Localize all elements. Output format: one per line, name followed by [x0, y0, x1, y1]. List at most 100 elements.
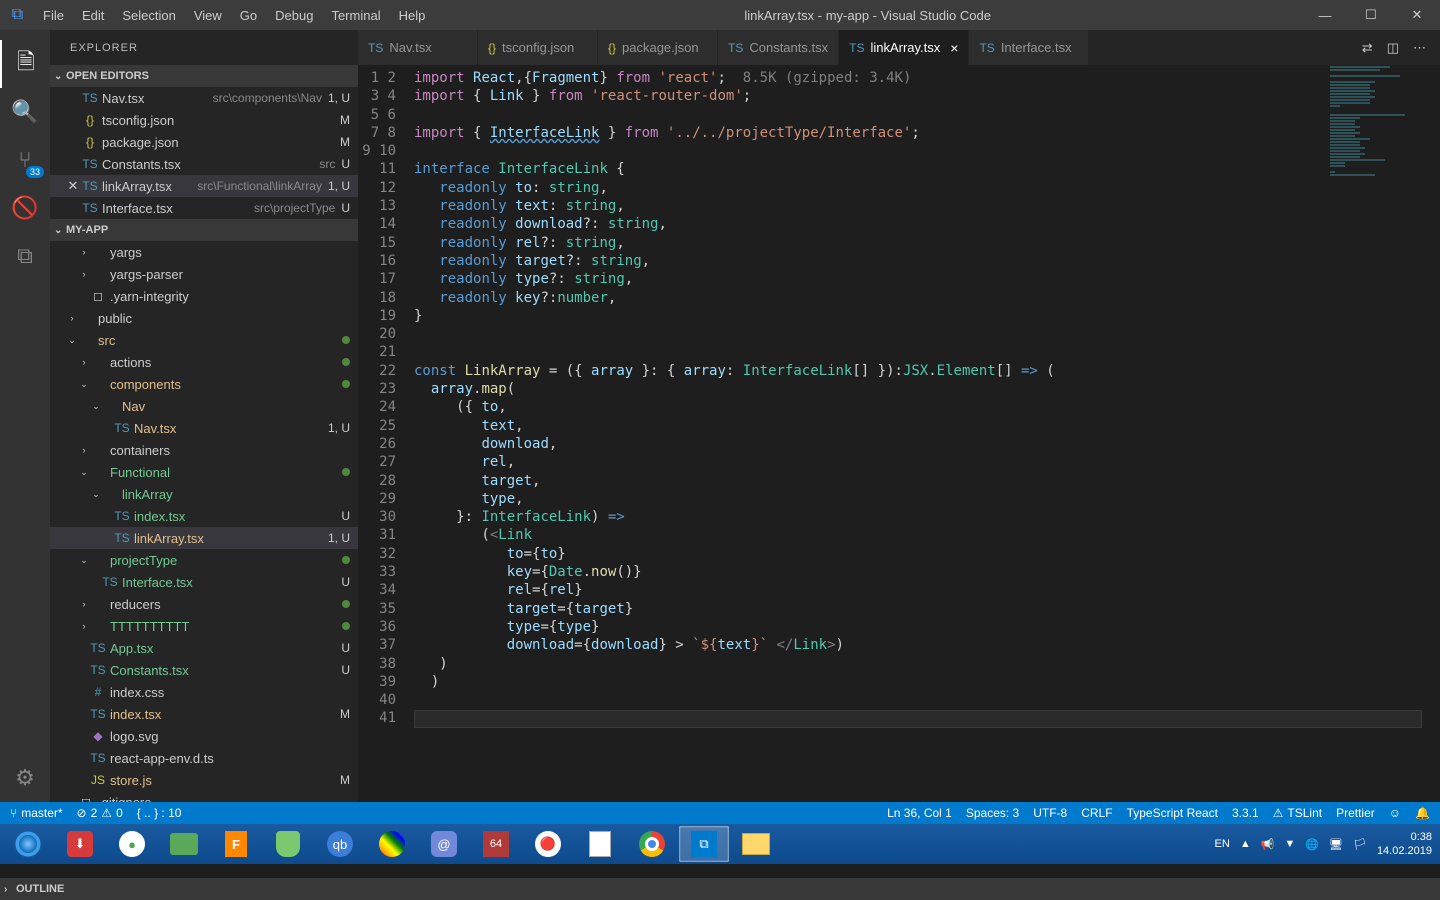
minimize-button[interactable]: — [1302, 0, 1348, 30]
tree-item[interactable]: TS index.tsxM [50, 703, 358, 725]
feedback-icon[interactable]: ☺ [1389, 806, 1401, 820]
taskbar-app-2[interactable]: ● [107, 826, 157, 862]
tree-item[interactable]: TS App.tsxU [50, 637, 358, 659]
menu-edit[interactable]: Edit [74, 2, 112, 29]
ts-version[interactable]: 3.3.1 [1232, 806, 1259, 820]
open-editor-item[interactable]: {} package.json M [50, 131, 358, 153]
encoding[interactable]: UTF-8 [1033, 806, 1067, 820]
close-icon[interactable]: ✕ [66, 178, 80, 194]
taskbar-app-10[interactable] [575, 826, 625, 862]
outline-header[interactable]: › OUTLINE [0, 878, 1440, 900]
tray-clock[interactable]: 0:38 14.02.2019 [1377, 830, 1432, 858]
editor-tab[interactable]: {} tsconfig.json [478, 30, 598, 65]
menu-file[interactable]: File [35, 2, 72, 29]
tray-icon[interactable]: 📢 [1261, 838, 1275, 851]
tree-item[interactable]: › yargs-parser [50, 263, 358, 285]
editor-body[interactable]: 1 2 3 4 5 6 7 8 9 10 11 12 13 14 15 16 1… [358, 65, 1440, 802]
tree-item[interactable]: ⌄ linkArray [50, 483, 358, 505]
editor-tab[interactable]: TS Constants.tsx [718, 30, 839, 65]
editor-tab[interactable]: {} package.json [598, 30, 718, 65]
tree-item[interactable]: ◻ .gitignore [50, 791, 358, 802]
tree-item[interactable]: › public [50, 307, 358, 329]
tslint-status[interactable]: ⚠ TSLint [1273, 806, 1322, 820]
minimap[interactable] [1326, 65, 1426, 385]
menu-selection[interactable]: Selection [114, 2, 183, 29]
extensions-icon[interactable]: ⧉ [0, 232, 50, 280]
tree-item[interactable]: › reducers [50, 593, 358, 615]
tree-item[interactable]: ⌄ Nav [50, 395, 358, 417]
tray-icon[interactable]: ▲ [1240, 838, 1251, 850]
menu-go[interactable]: Go [232, 2, 265, 29]
taskbar-app-4[interactable]: F [211, 826, 261, 862]
tree-item[interactable]: ◆ logo.svg [50, 725, 358, 747]
editor-tab[interactable]: TS Nav.tsx [358, 30, 478, 65]
tree-item[interactable]: TS react-app-env.d.ts [50, 747, 358, 769]
split-editor-icon[interactable]: ◫ [1387, 40, 1399, 56]
tree-item[interactable]: TS Constants.tsxU [50, 659, 358, 681]
tray-icon[interactable]: 🌐 [1305, 838, 1319, 851]
bracket-indicator[interactable]: { .. } : 10 [137, 806, 182, 820]
open-editor-item[interactable]: TS Nav.tsx src\components\Nav 1, U [50, 87, 358, 109]
tree-item[interactable]: TS linkArray.tsx1, U [50, 527, 358, 549]
tree-item[interactable]: TS Interface.tsxU [50, 571, 358, 593]
menu-help[interactable]: Help [391, 2, 434, 29]
problems[interactable]: ⊘ 2 ⚠ 0 [77, 806, 123, 820]
tray-lang[interactable]: EN [1215, 838, 1230, 850]
settings-gear-icon[interactable]: ⚙ [0, 754, 50, 802]
debug-icon[interactable]: 🚫 [0, 184, 50, 232]
menu-debug[interactable]: Debug [267, 2, 321, 29]
editor-tab[interactable]: TS linkArray.tsx × [839, 30, 969, 65]
start-button[interactable] [3, 826, 53, 862]
open-editor-item[interactable]: ✕ TS linkArray.tsx src\Functional\linkAr… [50, 175, 358, 197]
taskbar-app-7[interactable] [367, 826, 417, 862]
tree-item[interactable]: › TTTTTTTTTT [50, 615, 358, 637]
tree-item[interactable]: # index.css [50, 681, 358, 703]
taskbar-app-9[interactable]: 🔴 [523, 826, 573, 862]
tree-item[interactable]: › containers [50, 439, 358, 461]
taskbar-app-6[interactable]: qb [315, 826, 365, 862]
taskbar-app-3[interactable] [159, 826, 209, 862]
more-icon[interactable]: ⋯ [1413, 40, 1426, 56]
open-editor-item[interactable]: TS Interface.tsx src\projectType U [50, 197, 358, 219]
menu-view[interactable]: View [186, 2, 230, 29]
tree-item[interactable]: ⌄ src [50, 329, 358, 351]
project-header[interactable]: ⌄ MY-APP [50, 219, 358, 241]
tray-icon[interactable]: ▼ [1284, 838, 1295, 850]
prettier-status[interactable]: Prettier [1336, 806, 1375, 820]
code-content[interactable]: import React,{Fragment} from 'react'; 8.… [414, 65, 1440, 802]
indentation[interactable]: Spaces: 3 [966, 806, 1019, 820]
taskbar-explorer[interactable] [731, 826, 781, 862]
git-branch[interactable]: ⑂ master* [10, 806, 63, 820]
taskbar-app-1[interactable]: ⬇ [55, 826, 105, 862]
cursor-position[interactable]: Ln 36, Col 1 [887, 806, 952, 820]
notifications-icon[interactable]: 🔔 [1415, 806, 1430, 820]
eol[interactable]: CRLF [1081, 806, 1112, 820]
tree-item[interactable]: JS store.jsM [50, 769, 358, 791]
search-icon[interactable]: 🔍 [0, 88, 50, 136]
close-button[interactable]: ✕ [1394, 0, 1440, 30]
tree-item[interactable]: TS Nav.tsx1, U [50, 417, 358, 439]
tray-icon[interactable]: 🖥 [1329, 838, 1343, 851]
language-mode[interactable]: TypeScript React [1127, 806, 1218, 820]
open-editor-item[interactable]: TS Constants.tsx src U [50, 153, 358, 175]
close-icon[interactable]: × [950, 40, 958, 56]
tree-item[interactable]: ⌄ components [50, 373, 358, 395]
tree-item[interactable]: TS index.tsxU [50, 505, 358, 527]
taskbar-app-5[interactable] [263, 826, 313, 862]
tray-icon[interactable]: 🏳 [1353, 838, 1367, 851]
taskbar-vscode[interactable]: ⧉ [679, 826, 729, 862]
menu-terminal[interactable]: Terminal [323, 2, 388, 29]
tree-item[interactable]: › actions [50, 351, 358, 373]
taskbar-chrome[interactable] [627, 826, 677, 862]
open-editor-item[interactable]: {} tsconfig.json M [50, 109, 358, 131]
open-editors-header[interactable]: ⌄ OPEN EDITORS [50, 65, 358, 87]
compare-icon[interactable]: ⇄ [1362, 40, 1373, 56]
tree-item[interactable]: ⌄ projectType [50, 549, 358, 571]
editor-tab[interactable]: TS Interface.tsx [969, 30, 1089, 65]
taskbar-discord[interactable]: @ [419, 826, 469, 862]
tree-item[interactable]: ◻ .yarn-integrity [50, 285, 358, 307]
explorer-icon[interactable]: 🗎 [0, 40, 50, 88]
source-control-icon[interactable]: ⑂33 [0, 136, 50, 184]
tree-item[interactable]: › yargs [50, 241, 358, 263]
maximize-button[interactable]: ☐ [1348, 0, 1394, 30]
